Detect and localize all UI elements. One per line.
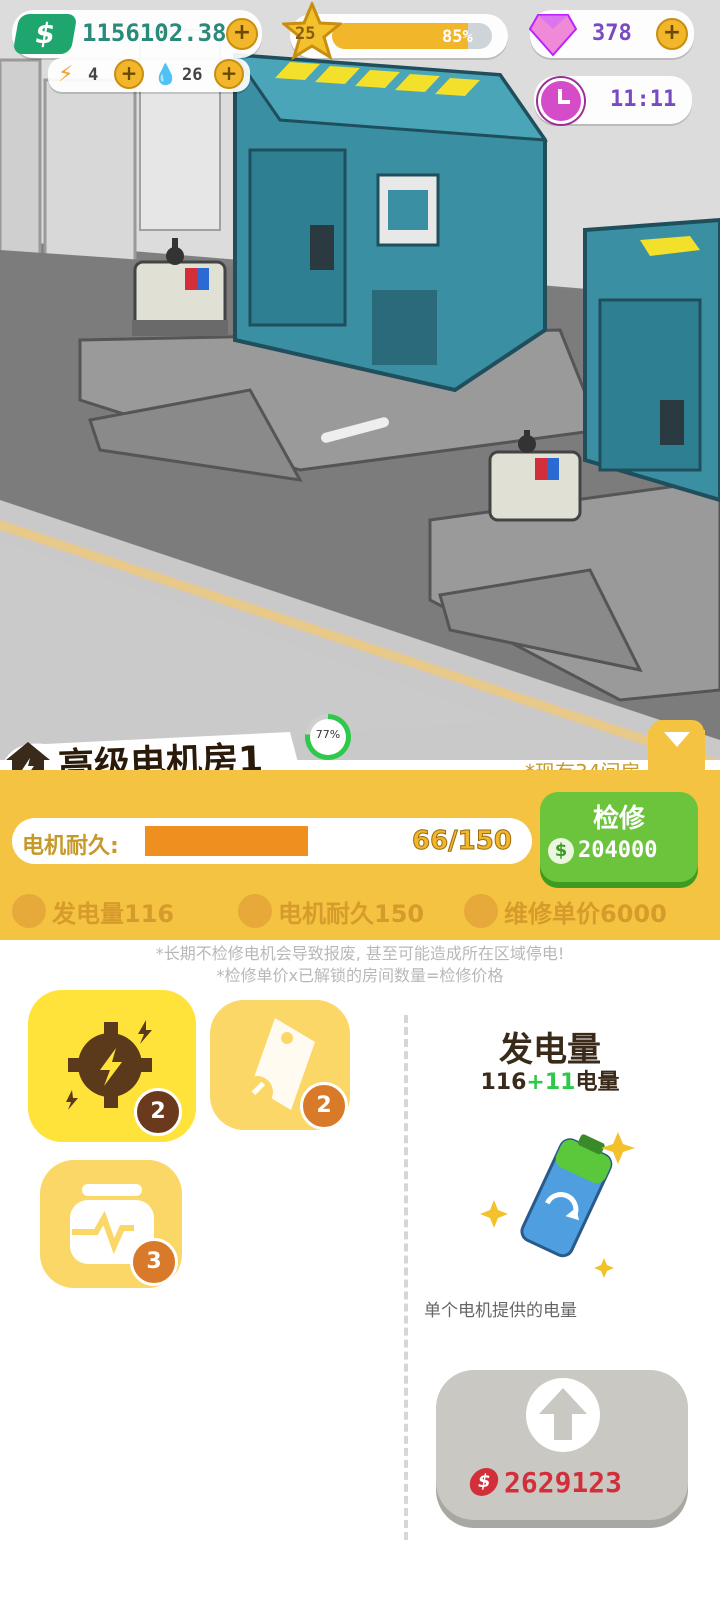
upgrade-card-tag-wrench[interactable]: 2 (210, 1000, 350, 1130)
house-stat-icon (464, 894, 498, 928)
repair-button-label: 检修 (592, 804, 645, 834)
house-stat-icon (238, 894, 272, 928)
level-number: 25 (295, 24, 316, 44)
card-level-badge: 3 (130, 1238, 178, 1286)
timer-value: 11:11 (610, 87, 677, 112)
room-completion-ring: 77% (305, 714, 351, 760)
stat-label: 电机耐久150 (278, 899, 425, 928)
detail-value-unit: 电量 (575, 1070, 620, 1095)
house-stat-icon (12, 894, 46, 928)
add-money-button[interactable]: + (226, 18, 258, 50)
clock-icon (538, 78, 584, 124)
add-gems-button[interactable]: + (656, 18, 688, 50)
gem-icon (528, 14, 578, 57)
add-water-button[interactable]: + (214, 59, 244, 89)
detail-value-add: +11 (526, 1070, 576, 1095)
warning-note: *长期不检修电机会导致报废, 甚至可能造成所在区域停电! (155, 944, 565, 963)
upgrade-card-generator[interactable]: 2 (28, 990, 196, 1142)
dollar-icon: $ (12, 14, 78, 54)
card-level-badge: 2 (300, 1082, 348, 1130)
detail-description: 单个电机提供的电量 (424, 1301, 577, 1321)
droplet-icon: 💧 (153, 62, 178, 86)
detail-value-base: 116 (480, 1070, 527, 1095)
repair-cost: 204000 (578, 838, 658, 863)
formula-note: *检修单价x已解锁的房间数量=检修价格 (216, 966, 504, 985)
stat-motor-durability: 电机耐久150 (238, 888, 424, 934)
room-completion-label: 77% (315, 728, 341, 741)
durability-fill (145, 826, 308, 856)
durability-label: 电机耐久: (22, 834, 119, 859)
energy-count: 4 (88, 65, 99, 85)
collapse-panel-button[interactable] (650, 720, 704, 758)
lightning-icon: ⚡ (58, 62, 74, 87)
repair-coin-icon: $ (548, 838, 574, 864)
durability-value: 66/150 (412, 826, 513, 857)
money-value: 1156102.38 (82, 19, 227, 47)
upgrade-cost: 2629123 (504, 1466, 623, 1499)
water-count: 26 (182, 65, 203, 85)
stat-power-output: 发电量116 (12, 888, 174, 934)
upgrade-button[interactable]: $ 2629123 (436, 1370, 688, 1520)
add-energy-button[interactable]: + (114, 59, 144, 89)
resource-panel: ⚡ 4 + 💧 26 + (48, 58, 250, 92)
stat-label: 维修单价6000 (504, 899, 667, 928)
repair-button[interactable]: 检修 $ 204000 (540, 792, 698, 882)
detail-value: 116+11电量 (420, 1064, 680, 1096)
timer-panel: 11:11 (534, 76, 692, 124)
arrow-up-icon (526, 1378, 600, 1452)
level-progress-label: 85% (442, 27, 473, 47)
stat-label: 发电量116 (52, 899, 175, 928)
level-panel: 85% 25 (282, 2, 508, 60)
gems-panel: 378 + (528, 10, 694, 58)
battery-recycle-icon (480, 1132, 635, 1278)
chevron-down-icon (664, 732, 690, 747)
stat-repair-unit-price: 维修单价6000 (464, 888, 667, 934)
card-level-badge: 2 (134, 1088, 182, 1136)
money-panel: $ 1156102.38 + (12, 10, 262, 58)
gems-count: 378 (592, 21, 632, 46)
upgrade-card-monitor-box[interactable]: 3 (40, 1160, 182, 1288)
divider (404, 1015, 408, 1540)
cost-coin-icon: $ (467, 1468, 501, 1496)
